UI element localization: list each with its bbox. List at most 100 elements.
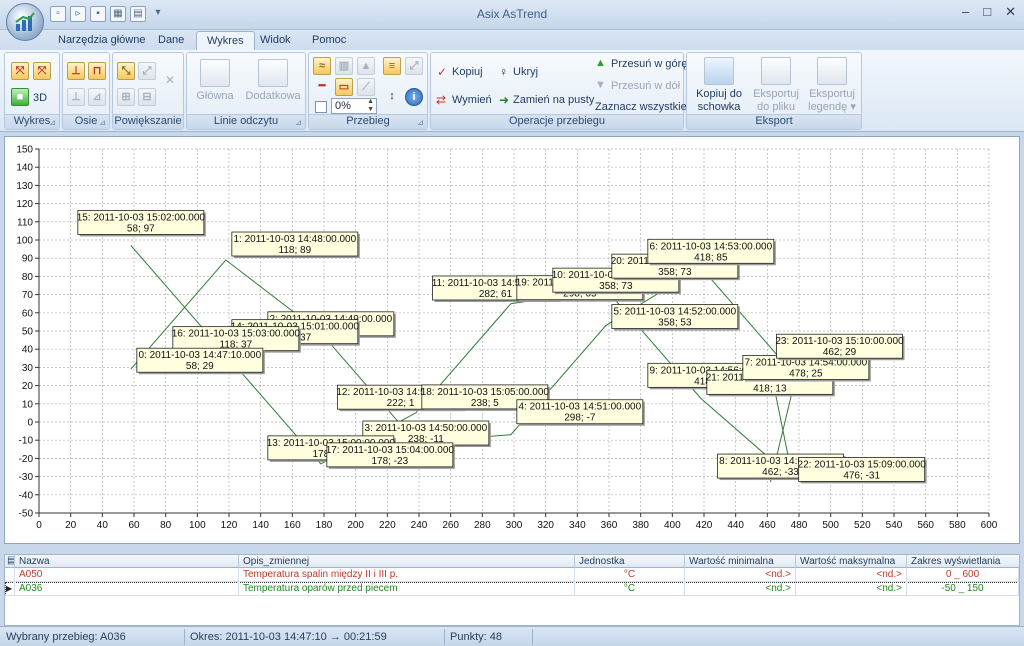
zoom-area-icon[interactable]: ⤡ xyxy=(117,62,135,80)
status-points: Punkty: 48 xyxy=(450,631,502,643)
x-tick-label: 0 xyxy=(36,520,42,531)
przesun-w-dol-button[interactable]: Przesuń w dół xyxy=(611,80,680,92)
bar-style-icon[interactable]: ▥ xyxy=(335,57,353,75)
y-tick-label: 20 xyxy=(22,381,34,392)
zoom-reset-icon[interactable]: ✕ xyxy=(165,73,175,87)
line-width-icon[interactable]: ⟋ xyxy=(357,78,375,96)
zamien-na-pusty-button[interactable]: Zamień na pusty xyxy=(513,94,594,106)
wymien-button[interactable]: Wymień xyxy=(452,94,492,106)
cell-min: <nd.> xyxy=(685,568,796,582)
annotation-value: 462; -33 xyxy=(762,467,799,478)
column-header-jednostka[interactable]: Jednostka xyxy=(575,555,685,568)
series-edit-alt-icon[interactable]: ⤢ xyxy=(405,57,423,75)
cell-jednostka: °C xyxy=(575,568,685,582)
annotation-label: 0: 2011-10-03 14:47:10.000 xyxy=(138,350,261,361)
cell-zakres: -50 _ 150 xyxy=(907,582,1019,596)
chart-type-icon[interactable]: ⤧ xyxy=(11,62,29,80)
axis-y-icon[interactable]: ⊥ xyxy=(67,62,85,80)
cell-opis: Temperatura spalin między II i III p. xyxy=(239,568,575,582)
y-tick-label: 70 xyxy=(22,290,34,301)
y-tick-label: 50 xyxy=(22,327,34,338)
table-row[interactable]: A050 Temperatura spalin między II i III … xyxy=(5,568,1019,582)
group-dialog-icon: ⊿ xyxy=(49,118,56,127)
group-wykres: ⤧ ⤧ ■ 3D Wykres ⊿ xyxy=(4,52,60,130)
zoom-fit-icon[interactable]: ⤢ xyxy=(138,62,156,80)
chart-type-alt-icon[interactable]: ⤧ xyxy=(33,62,51,80)
minimize-button[interactable]: – xyxy=(962,4,969,20)
x-tick-label: 440 xyxy=(727,520,744,531)
zoom-out-icon[interactable]: ⊟ xyxy=(138,88,156,106)
ukryj-button[interactable]: Ukryj xyxy=(513,66,538,78)
annotation-value: 418; 85 xyxy=(694,252,728,263)
cell-min: <nd.> xyxy=(685,582,796,596)
przesun-w-gore-button[interactable]: Przesuń w górę xyxy=(611,58,687,70)
x-tick-label: 40 xyxy=(97,520,109,531)
group-dialog-icon: ⊿ xyxy=(99,118,106,127)
x-tick-label: 540 xyxy=(886,520,903,531)
group-powiekszanie: ⤡ ⤢ ⊞ ⊟ ✕ Powiększanie xyxy=(112,52,184,130)
export-to-file-button[interactable]: Eksportuj do pliku xyxy=(749,57,803,114)
zoom-in-icon[interactable]: ⊞ xyxy=(117,88,135,106)
tab-dane[interactable]: Dane xyxy=(148,31,194,50)
annotation-value: 118; 89 xyxy=(279,245,312,256)
extra-readout-line-button[interactable]: Dodatkowa xyxy=(243,59,303,103)
column-header-opis[interactable]: Opis_zmiennej xyxy=(239,555,575,568)
line-chart[interactable]: 0 20 40 60 80 100 120 140 160 180 200 220 240 260 280 3… xyxy=(5,137,1019,543)
export-legend-icon xyxy=(817,57,847,85)
maximize-button[interactable]: □ xyxy=(983,4,991,20)
chart-panel[interactable]: 0 20 40 60 80 100 120 140 160 180 200 220 240 260 280 3… xyxy=(4,136,1020,544)
main-readout-line-button[interactable]: Główna xyxy=(191,59,239,103)
annotation-label: 18: 2011-10-03 15:05:00.000 xyxy=(421,387,550,398)
close-button[interactable]: ✕ xyxy=(1005,4,1016,20)
cell-jednostka: °C xyxy=(575,582,685,596)
axis-scale-alt-icon[interactable]: ⊿ xyxy=(88,88,106,106)
transparency-checkbox[interactable] xyxy=(315,101,327,113)
copy-to-clipboard-button[interactable]: Kopiuj do schowka xyxy=(691,57,747,114)
annotation-value: 58; 97 xyxy=(127,223,155,234)
annotation-label: 15: 2011-10-03 15:02:00.000 xyxy=(77,212,206,223)
table-row-selected[interactable]: ▶ A036 Temperatura oparów przed piecem °… xyxy=(5,582,1019,596)
current-row-arrow-icon[interactable]: ▶ xyxy=(5,582,15,596)
zaznacz-wszystkie-button[interactable]: Zaznacz wszystkie xyxy=(595,101,687,113)
tab-widok[interactable]: Widok xyxy=(250,31,301,50)
x-tick-label: 80 xyxy=(160,520,172,531)
x-tick-label: 300 xyxy=(506,520,523,531)
cube-3d-icon[interactable]: ■ xyxy=(11,88,29,106)
line-style-icon[interactable]: ≈ xyxy=(313,57,331,75)
replace-empty-icon: ➜ xyxy=(499,93,510,107)
group-label-przebieg: Przebieg ⊿ xyxy=(309,114,427,129)
annotation-value: 358; 73 xyxy=(658,267,692,278)
marker-icon[interactable]: ▭ xyxy=(335,78,353,96)
row-selector-header-icon: ▤ xyxy=(5,555,15,568)
tab-pomoc[interactable]: Pomoc xyxy=(302,31,356,50)
title-bar: ▫ ▹ ▪ ▦ ▤ ▾ Asix AsTrend – □ ✕ xyxy=(0,0,1024,30)
column-header-nazwa[interactable]: Nazwa xyxy=(15,555,239,568)
x-tick-label: 360 xyxy=(601,520,618,531)
annotation-label: 4: 2011-10-03 14:51:00.000 xyxy=(518,402,641,413)
axis-y-double-icon[interactable]: ⊓ xyxy=(88,62,106,80)
column-header-min[interactable]: Wartość minimalna xyxy=(685,555,796,568)
ribbon-tabs: Narzędzia główne Dane Wykres Widok Pomoc xyxy=(0,30,1024,50)
export-legend-button[interactable]: Eksportuj legendę ▾ xyxy=(805,57,859,114)
transparency-input[interactable]: 0% ▲ ▼ xyxy=(331,98,377,114)
line-color-icon[interactable]: ━ xyxy=(313,78,331,96)
x-tick-label: 500 xyxy=(822,520,839,531)
app-menu-button[interactable] xyxy=(6,3,44,41)
tab-narzedzia-glowne[interactable]: Narzędzia główne xyxy=(48,31,155,50)
btn-3d-label[interactable]: 3D xyxy=(33,92,47,104)
row-selector[interactable] xyxy=(5,568,15,582)
series-edit-icon[interactable]: ≡ xyxy=(383,57,401,75)
annotation-label: 17: 2011-10-03 15:04:00.000 xyxy=(326,445,455,456)
annotation-value: 476; -31 xyxy=(843,470,880,481)
area-style-icon[interactable]: ▲ xyxy=(357,57,375,75)
axis-scale-icon[interactable]: ⊥ xyxy=(67,88,85,106)
y-tick-label: -50 xyxy=(19,509,34,520)
x-tick-label: 200 xyxy=(347,520,364,531)
y-axis-bind-icon[interactable]: ↕ xyxy=(383,88,401,106)
group-dialog-icon: ⊿ xyxy=(295,118,302,127)
info-icon[interactable]: i xyxy=(405,88,423,106)
tab-wykres[interactable]: Wykres xyxy=(196,31,255,50)
kopiuj-button[interactable]: Kopiuj xyxy=(452,66,483,78)
column-header-zakres[interactable]: Zakres wyświetlania xyxy=(907,555,1019,568)
column-header-max[interactable]: Wartość maksymalna xyxy=(796,555,907,568)
